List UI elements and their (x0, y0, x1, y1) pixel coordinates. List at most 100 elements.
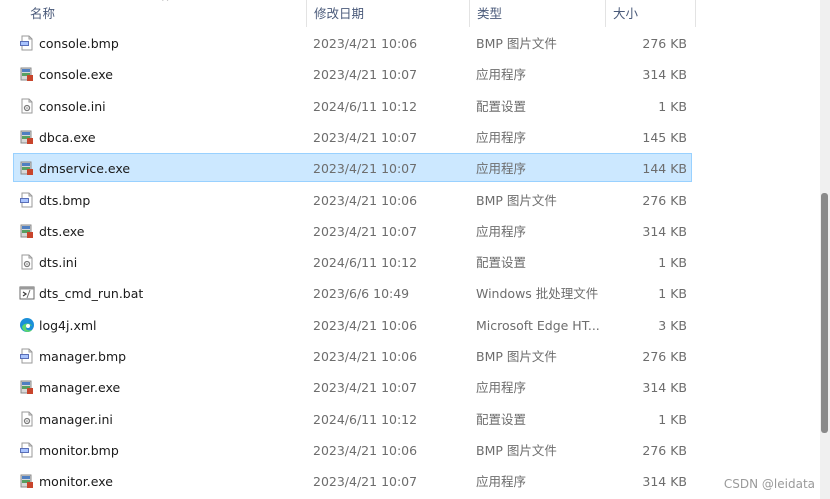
exe-file-icon (19, 129, 35, 145)
column-header-type-label: 类型 (477, 6, 503, 21)
file-name: console.exe (39, 67, 113, 83)
file-modified-date: 2024/6/11 10:12 (313, 255, 418, 271)
file-modified-date: 2023/4/21 10:07 (313, 161, 418, 177)
column-header-size-label: 大小 (613, 6, 639, 21)
bat-file-icon (19, 285, 35, 301)
edge-file-icon (19, 317, 35, 333)
watermark: CSDN @leidata (723, 477, 815, 491)
file-size: 314 KB (642, 474, 687, 490)
file-modified-date: 2023/4/21 10:06 (313, 442, 418, 458)
file-modified-date: 2023/4/21 10:06 (313, 349, 418, 364)
ini-file-icon (19, 254, 35, 270)
file-name: manager.bmp (39, 349, 127, 364)
file-size: 276 KB (642, 349, 687, 364)
sort-ascending-icon: ^ (161, 0, 170, 8)
file-modified-date: 2023/4/21 10:07 (313, 129, 418, 145)
file-size: 1 KB (658, 286, 687, 302)
file-type: BMP 图片文件 (476, 349, 557, 364)
file-size: 3 KB (658, 317, 687, 333)
file-row[interactable]: manager.exe 2023/4/21 10:07 应用程序 314 KB (13, 372, 692, 401)
file-row[interactable]: dts.ini 2024/6/11 10:12 配置设置 1 KB (13, 247, 692, 276)
file-row[interactable]: dts.exe 2023/4/21 10:07 应用程序 314 KB (13, 216, 692, 245)
column-header-date-label: 修改日期 (314, 6, 365, 21)
column-header-date[interactable]: 修改日期 (306, 0, 469, 27)
file-size: 276 KB (642, 36, 687, 51)
file-type: 应用程序 (476, 474, 527, 490)
bmp-file-icon (19, 348, 35, 364)
bmp-file-icon (19, 35, 35, 51)
column-header-size[interactable]: 大小 (605, 0, 695, 27)
file-size: 144 KB (642, 161, 687, 177)
file-modified-date: 2023/6/6 10:49 (313, 286, 410, 302)
file-modified-date: 2023/4/21 10:07 (313, 380, 418, 396)
file-name: console.bmp (39, 36, 119, 51)
file-row[interactable]: dts.bmp 2023/4/21 10:06 BMP 图片文件 276 KB (13, 185, 692, 214)
file-type: 应用程序 (476, 67, 527, 83)
file-row[interactable]: monitor.exe 2023/4/21 10:07 应用程序 314 KB (13, 466, 692, 495)
file-modified-date: 2024/6/11 10:12 (313, 98, 418, 114)
file-type: 应用程序 (476, 223, 527, 239)
bmp-file-icon (19, 192, 35, 208)
file-modified-date: 2023/4/21 10:07 (313, 474, 418, 490)
scrollbar-thumb[interactable] (821, 193, 828, 433)
file-size: 145 KB (642, 129, 687, 145)
file-row[interactable]: dts_cmd_run.bat 2023/6/6 10:49 Windows 批处理… (13, 278, 692, 307)
file-name: monitor.exe (39, 474, 113, 490)
file-type: BMP 图片文件 (476, 192, 557, 208)
file-size: 276 KB (642, 192, 687, 208)
file-type: 配置设置 (476, 255, 527, 271)
column-header-type[interactable]: 类型 (469, 0, 606, 27)
bmp-file-icon (19, 442, 35, 458)
file-name: console.ini (39, 98, 106, 114)
file-modified-date: 2024/6/11 10:12 (313, 411, 418, 427)
file-size: 314 KB (642, 380, 687, 396)
column-header-name-label: 名称 (30, 6, 56, 21)
file-name: dts.exe (39, 223, 85, 239)
exe-file-icon (19, 160, 35, 176)
file-modified-date: 2023/4/21 10:06 (313, 317, 418, 333)
file-type: BMP 图片文件 (476, 36, 557, 51)
exe-file-icon (19, 379, 35, 395)
file-type: Microsoft Edge HT... (476, 317, 600, 333)
file-name: manager.ini (39, 411, 113, 427)
file-name: dmservice.exe (39, 161, 131, 177)
file-modified-date: 2023/4/21 10:07 (313, 223, 418, 239)
file-size: 314 KB (642, 223, 687, 239)
file-type: 应用程序 (476, 380, 527, 396)
file-size: 1 KB (658, 411, 687, 427)
file-row[interactable]: log4j.xml 2023/4/21 10:06 Microsoft Edge H… (13, 310, 692, 339)
file-type: 配置设置 (476, 411, 527, 427)
file-modified-date: 2023/4/21 10:06 (313, 192, 418, 208)
file-name: manager.exe (39, 380, 121, 396)
file-type: BMP 图片文件 (476, 442, 557, 458)
file-row[interactable]: console.exe 2023/4/21 10:07 应用程序 314 KB (13, 59, 692, 88)
file-row[interactable]: dbca.exe 2023/4/21 10:07 应用程序 145 KB (13, 122, 692, 151)
file-size: 276 KB (642, 442, 687, 458)
file-type: 应用程序 (476, 129, 527, 145)
file-row[interactable]: console.bmp 2023/4/21 10:06 BMP 图片文件 276 KB (13, 28, 692, 57)
file-type: 配置设置 (476, 98, 527, 114)
exe-file-icon (19, 473, 35, 489)
file-type: 应用程序 (476, 161, 527, 177)
file-modified-date: 2023/4/21 10:07 (313, 67, 418, 83)
ini-file-icon (19, 411, 35, 427)
file-size: 314 KB (642, 67, 687, 83)
file-row[interactable]: console.ini 2024/6/11 10:12 配置设置 1 KB (13, 91, 692, 120)
column-header-row: 名称 ^ 修改日期 类型 大小 (0, 0, 696, 27)
file-type: Windows 批处理文件 (476, 286, 599, 302)
file-name: dts.bmp (39, 192, 91, 208)
vertical-scrollbar[interactable] (820, 0, 830, 499)
file-row[interactable]: monitor.bmp 2023/4/21 10:06 BMP 图片文件 276 KB (13, 435, 692, 464)
file-name: dts_cmd_run.bat (39, 286, 144, 302)
file-name: dbca.exe (39, 129, 96, 145)
file-name: log4j.xml (39, 317, 97, 333)
file-size: 1 KB (658, 255, 687, 271)
exe-file-icon (19, 66, 35, 82)
exe-file-icon (19, 223, 35, 239)
column-divider[interactable] (695, 0, 696, 27)
file-modified-date: 2023/4/21 10:06 (313, 36, 418, 51)
file-name: monitor.bmp (39, 442, 119, 458)
file-row[interactable]: dmservice.exe 2023/4/21 10:07 应用程序 144 KB (13, 153, 692, 183)
file-row[interactable]: manager.ini 2024/6/11 10:12 配置设置 1 KB (13, 404, 692, 433)
file-row[interactable]: manager.bmp 2023/4/21 10:06 BMP 图片文件 276 KB (13, 341, 692, 370)
